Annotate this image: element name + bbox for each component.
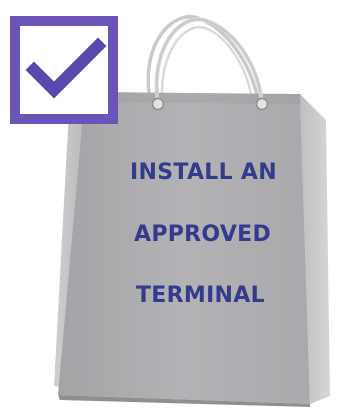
checkmark-icon [10, 16, 118, 124]
message-line-2: APPROVED [134, 222, 272, 247]
bag-front-panel [58, 92, 310, 404]
illustration: INSTALL AN APPROVED TERMINAL [0, 0, 338, 407]
message-line-1: INSTALL AN [130, 160, 277, 185]
message-line-3: TERMINAL [136, 283, 265, 308]
illustration-graphic [10, 15, 330, 407]
